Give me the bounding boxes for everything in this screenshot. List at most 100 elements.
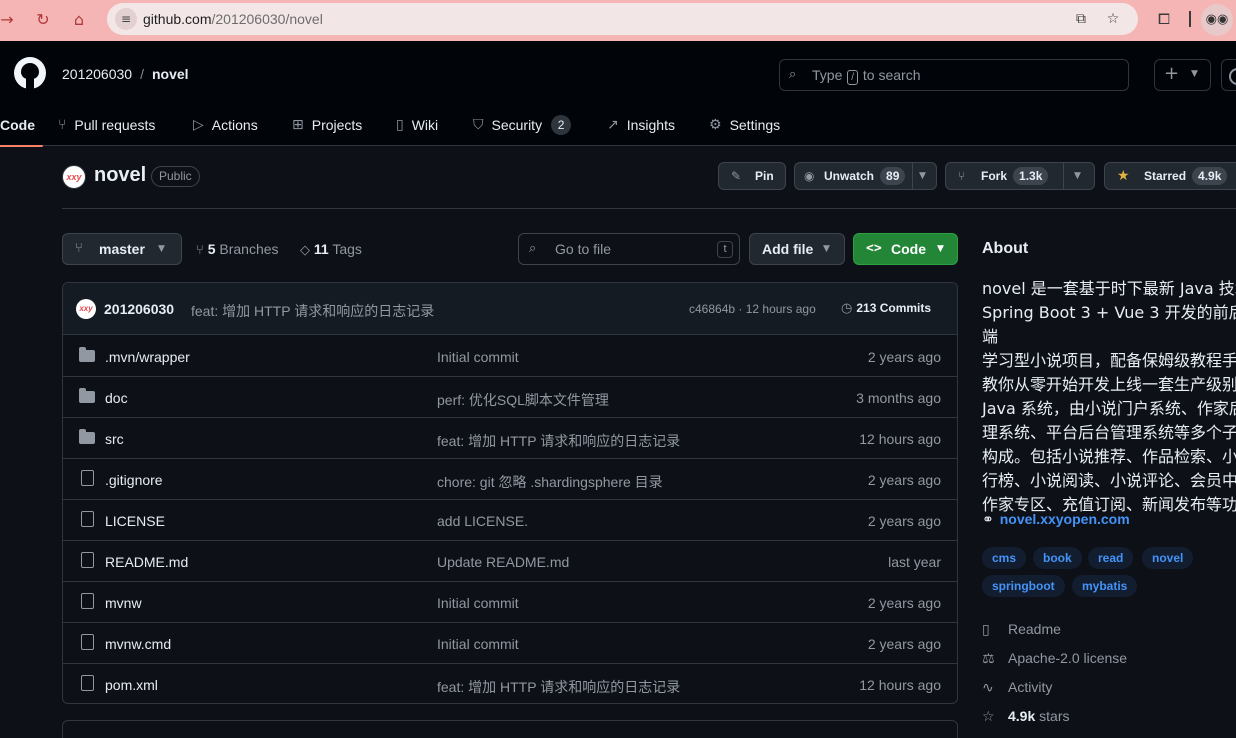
file-name[interactable]: mvnw [105, 595, 142, 611]
tab-actions[interactable]: ▷ Actions [193, 103, 258, 146]
license-link[interactable]: ⚖ Apache-2.0 license [982, 650, 1127, 667]
unwatch-button[interactable]: ◉ Unwatch 89 ▼ [794, 162, 937, 190]
topic-tag[interactable]: springboot [982, 575, 1065, 597]
file-row[interactable]: mvnw.cmd Initial commit 2 years ago [63, 623, 957, 664]
file-commit-message[interactable]: Initial commit [437, 636, 519, 652]
branch-select[interactable]: ⑂ master ▼ [62, 233, 182, 265]
file-commit-message[interactable]: Initial commit [437, 349, 519, 365]
file-commit-message[interactable]: feat: 增加 HTTP 请求和响应的日志记录 [437, 431, 680, 451]
file-row[interactable]: doc perf: 优化SQL脚本文件管理 3 months ago [63, 377, 957, 418]
chevron-down-icon[interactable]: ▼ [1074, 163, 1081, 189]
tags-link[interactable]: ◇ 11 Tags [300, 241, 362, 258]
tab-wiki[interactable]: ▯ Wiki [396, 103, 438, 146]
file-row[interactable]: README.md Update README.md last year [63, 541, 957, 582]
website-link[interactable]: ⚭ novel.xxyopen.com [982, 511, 1130, 528]
repo-title[interactable]: novel [94, 164, 146, 187]
bookmark-star-icon[interactable]: ☆ [1103, 9, 1123, 29]
readme-link[interactable]: ▯ Readme [982, 621, 1061, 638]
file-name[interactable]: .gitignore [105, 472, 163, 488]
add-file-button[interactable]: Add file ▼ [749, 233, 845, 265]
topic-tag[interactable]: read [1088, 547, 1134, 569]
file-name[interactable]: .mvn/wrapper [105, 349, 190, 365]
breadcrumb-repo[interactable]: novel [152, 66, 189, 82]
commit-author[interactable]: 201206030 [104, 301, 174, 317]
repo-owner-avatar: xxy [62, 165, 86, 189]
commit-hash-time[interactable]: c46864b · 12 hours ago [689, 302, 816, 316]
file-commit-message[interactable]: feat: 增加 HTTP 请求和响应的日志记录 [437, 677, 680, 697]
site-settings-icon[interactable]: ≡ [115, 8, 137, 30]
file-row[interactable]: mvnw Initial commit 2 years ago [63, 582, 957, 623]
topic-tag[interactable]: book [1033, 547, 1082, 569]
search-prefix: Type [812, 67, 843, 83]
file-commit-date: 3 months ago [856, 390, 941, 406]
breadcrumb: 201206030 / novel [62, 66, 189, 82]
file-commit-message[interactable]: add LICENSE. [437, 513, 528, 529]
profile-avatar[interactable]: ◉◉ [1201, 4, 1233, 36]
repo-tabs: Code ⑂ Pull requests ▷ Actions ⊞ Projects ▯… [0, 103, 1236, 147]
chevron-down-icon[interactable]: ▼ [919, 163, 926, 189]
divider [62, 208, 1236, 209]
file-row[interactable]: src feat: 增加 HTTP 请求和响应的日志记录 12 hours ago [63, 418, 957, 459]
breadcrumb-separator: / [140, 66, 144, 82]
github-header: 201206030 / novel ⌕ Type / to search + ▼ C… [0, 41, 1236, 147]
activity-link[interactable]: ∿ Activity [982, 679, 1052, 696]
reload-icon[interactable]: ↻ [32, 9, 54, 31]
tab-settings[interactable]: ⚙ Settings [709, 103, 780, 146]
file-commit-message[interactable]: Initial commit [437, 595, 519, 611]
home-icon[interactable]: ⌂ [68, 9, 90, 31]
commits-link[interactable]: ◷ 213 Commits [841, 301, 931, 316]
file-commit-message[interactable]: perf: 优化SQL脚本文件管理 [437, 390, 609, 410]
file-name[interactable]: README.md [105, 554, 188, 570]
tab-projects[interactable]: ⊞ Projects [292, 103, 362, 146]
create-new-button[interactable]: + ▼ [1154, 59, 1211, 91]
branches-link[interactable]: ⑂ 5 Branches [196, 241, 279, 258]
file-name[interactable]: doc [105, 390, 128, 406]
file-row[interactable]: LICENSE add LICENSE. 2 years ago [63, 500, 957, 541]
tab-pull-requests[interactable]: ⑂ Pull requests [58, 103, 155, 146]
file-name[interactable]: pom.xml [105, 677, 158, 693]
tab-insights[interactable]: ↗ Insights [607, 103, 675, 146]
folder-icon [79, 429, 95, 444]
file-commit-message[interactable]: chore: git 忽略 .shardingsphere 目录 [437, 472, 663, 492]
watch-count: 89 [880, 167, 906, 185]
code-button[interactable]: <> Code ▼ [853, 233, 958, 265]
topic-tag[interactable]: novel [1142, 547, 1194, 569]
open-in-app-icon[interactable]: ⧉ [1071, 9, 1091, 29]
file-row[interactable]: .gitignore chore: git 忽略 .shardingsphere … [63, 459, 957, 500]
fork-button[interactable]: ⑂ Fork 1.3k ▼ [945, 162, 1095, 190]
visibility-badge: Public [151, 166, 200, 187]
url-path: /201206030/novel [211, 11, 323, 27]
stars-link[interactable]: ☆ 4.9k stars [982, 708, 1069, 725]
play-icon: ▷ [193, 116, 204, 133]
file-name[interactable]: src [105, 431, 124, 447]
commit-author-avatar[interactable]: xxy [76, 299, 96, 319]
topic-tag[interactable]: cms [982, 547, 1027, 569]
unwatch-text: Unwatch 89 [824, 163, 906, 189]
tab-security[interactable]: ⛉ Security 2 [473, 103, 572, 146]
github-logo-icon[interactable] [14, 57, 46, 89]
file-name[interactable]: mvnw.cmd [105, 636, 171, 652]
topic-tag[interactable]: mybatis [1072, 575, 1138, 597]
search-input[interactable]: ⌕ Type / to search [779, 59, 1129, 91]
url-text[interactable]: github.com/201206030/novel [143, 11, 323, 27]
tab-code[interactable]: Code [0, 103, 43, 147]
button-divider [912, 162, 913, 190]
extensions-icon[interactable]: ⧠ [1153, 8, 1175, 30]
code-icon: <> [866, 241, 882, 256]
file-commit-message[interactable]: Update README.md [437, 554, 569, 570]
website-url: novel.xxyopen.com [999, 511, 1130, 527]
about-description: novel 是一套基于时下最新 Java 技术 Spring Boot 3 + … [982, 279, 1236, 514]
forward-icon[interactable]: → [0, 9, 18, 31]
pin-button[interactable]: ✎ Pin [718, 162, 786, 190]
issues-button[interactable] [1221, 59, 1236, 91]
file-row[interactable]: .mvn/wrapper Initial commit 2 years ago [63, 336, 957, 377]
address-bar[interactable]: ≡ github.com/201206030/novel ⧉ ☆ [107, 3, 1138, 35]
file-row[interactable]: pom.xml feat: 增加 HTTP 请求和响应的日志记录 12 hours … [63, 664, 957, 703]
breadcrumb-owner[interactable]: 201206030 [62, 66, 132, 82]
commit-message[interactable]: feat: 增加 HTTP 请求和响应的日志记录 [191, 301, 434, 321]
starred-button[interactable]: ★ Starred 4.9k [1104, 162, 1236, 190]
go-to-file-input[interactable]: ⌕ Go to file t [518, 233, 740, 265]
tab-label: Security [491, 116, 543, 133]
search-placeholder: Type / to search [812, 67, 921, 85]
file-name[interactable]: LICENSE [105, 513, 165, 529]
